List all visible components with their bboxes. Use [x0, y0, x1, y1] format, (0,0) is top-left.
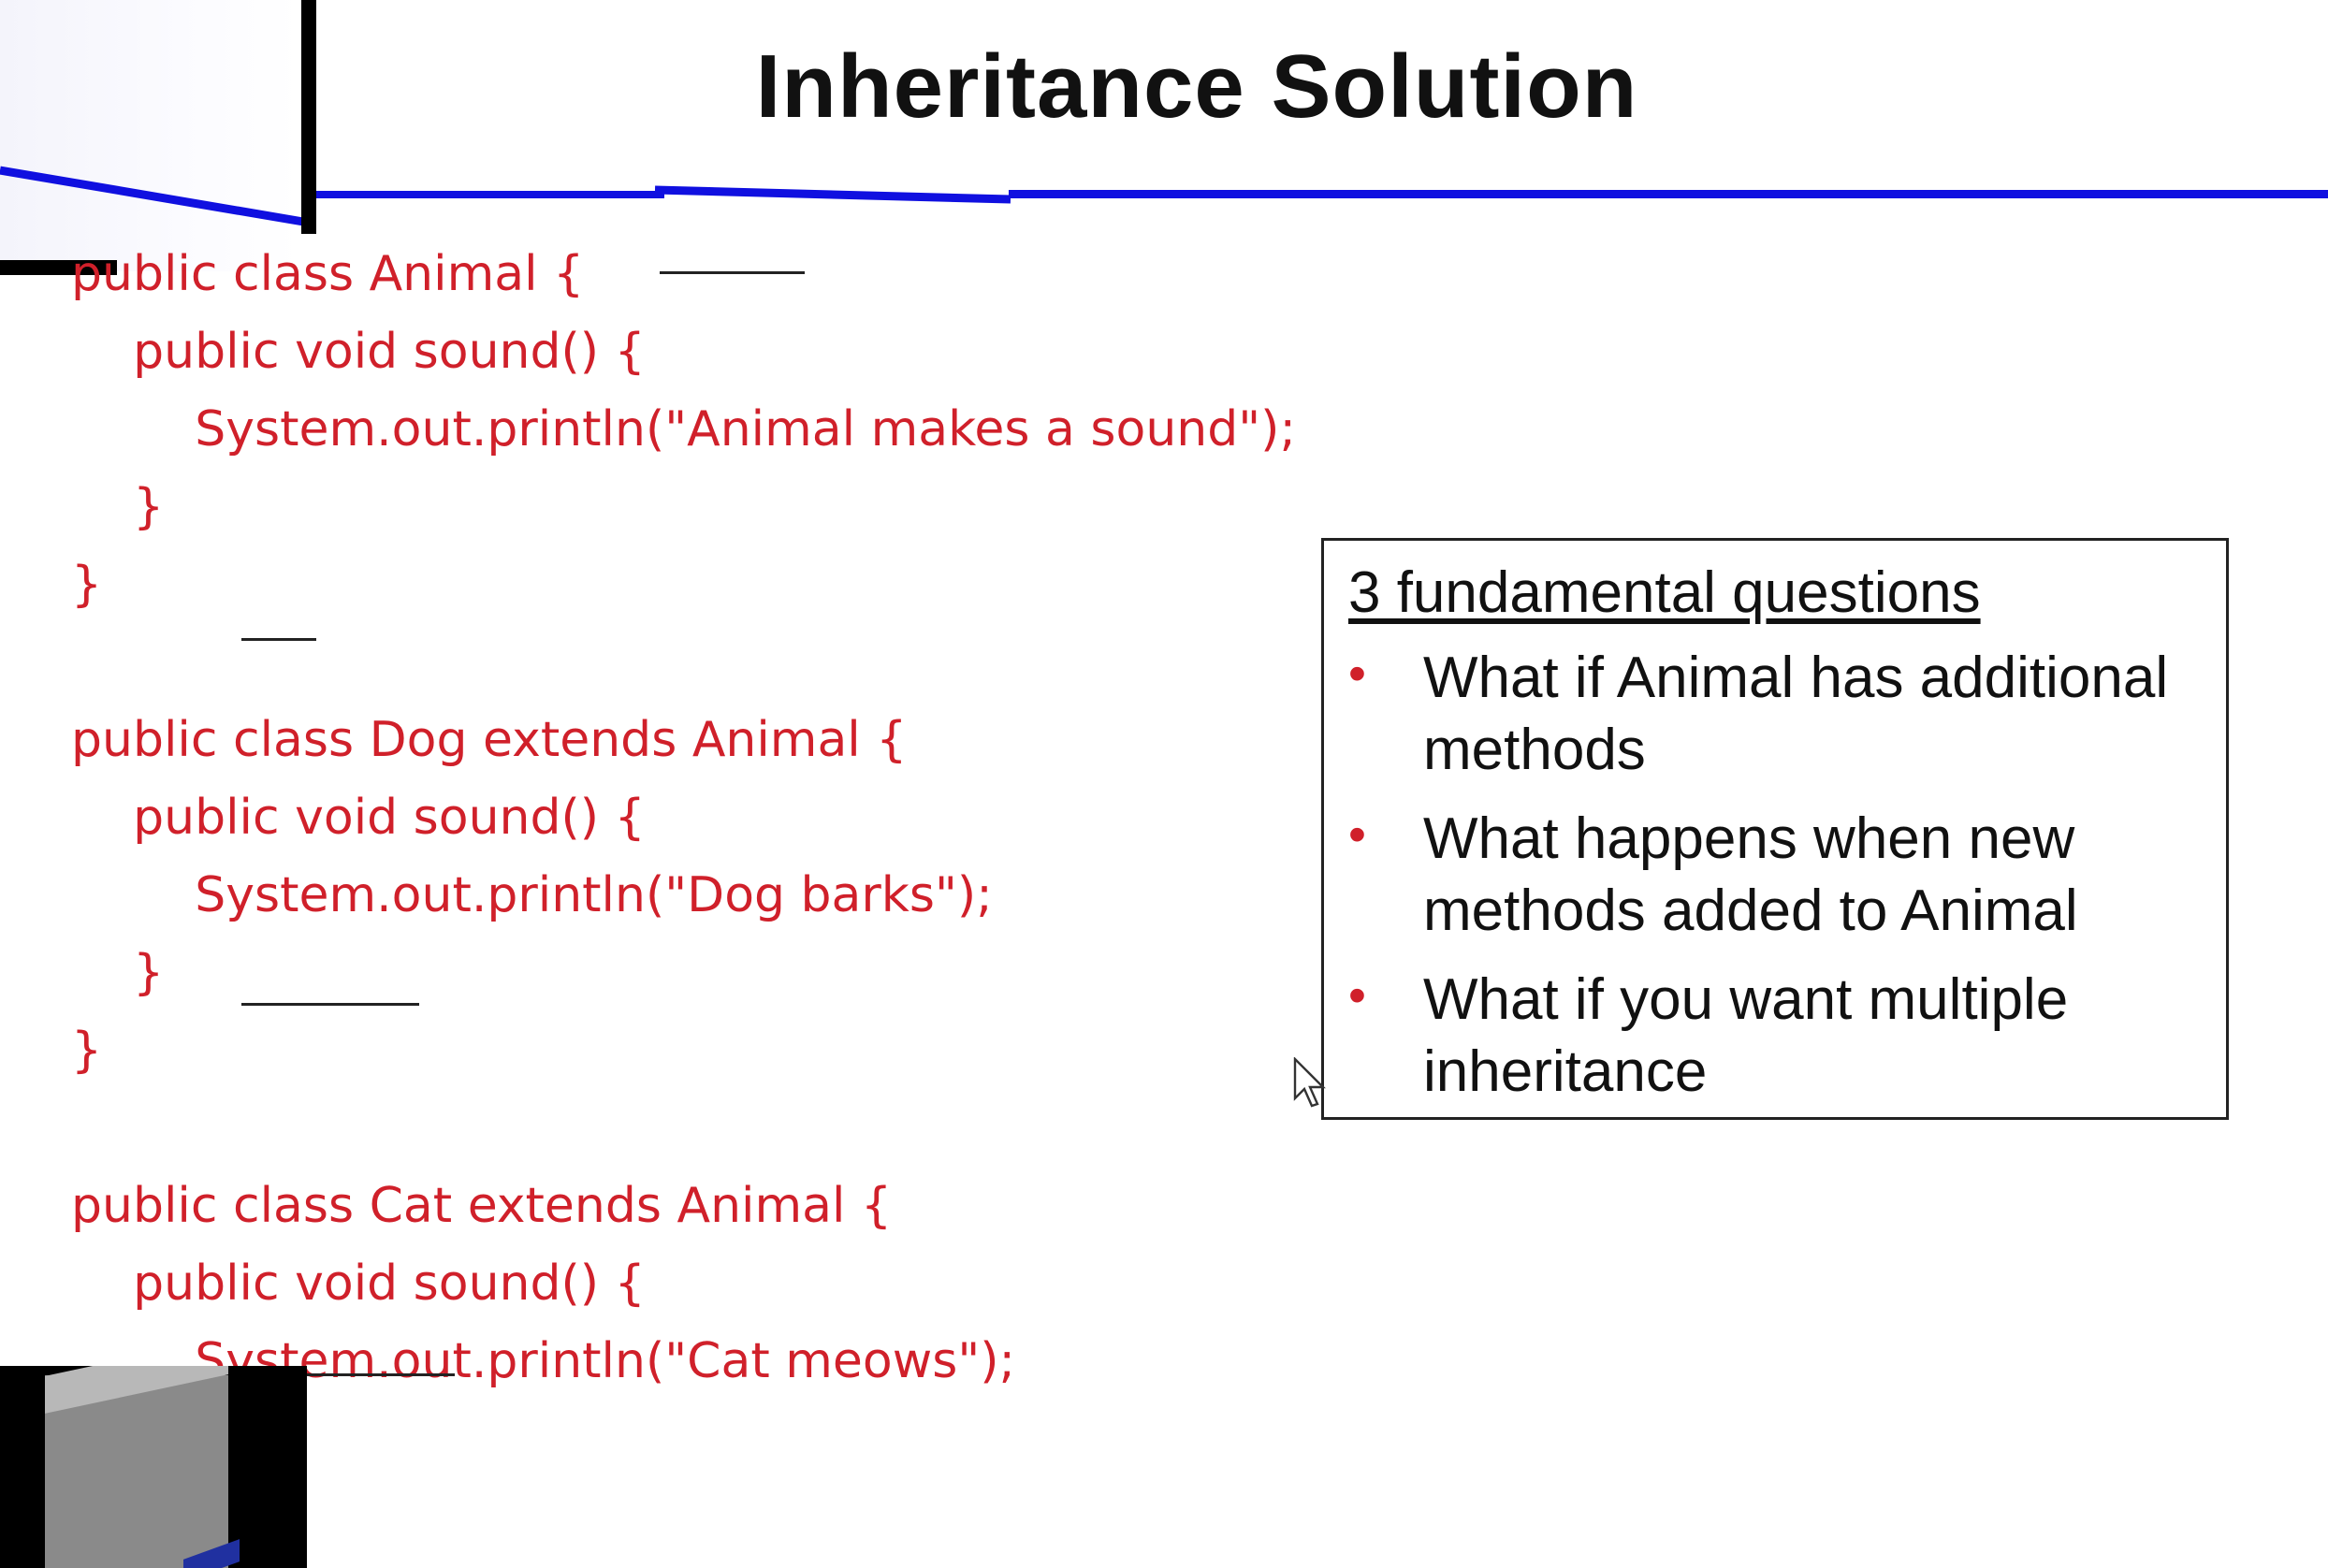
question-item: • What happens when new methods added to… [1324, 803, 2226, 947]
code-line: public void sound() { [71, 790, 646, 846]
code-line: } [71, 945, 165, 1001]
code-line: public class Dog extends Animal { [71, 712, 908, 768]
dash-artifact [241, 1003, 419, 1006]
code-block: public class Animal { public void sound(… [71, 236, 1296, 1556]
title-rule-segment [309, 191, 664, 198]
code-line: public void sound() { [71, 1256, 646, 1312]
question-text: What if Animal has additional methods [1423, 646, 2169, 782]
code-line: public class Animal { [71, 246, 585, 302]
title-rule-left [0, 166, 310, 227]
questions-heading: 3 fundamental questions [1348, 560, 1981, 625]
slide: Inheritance Solution public class Animal… [0, 0, 2328, 1568]
code-line: System.out.println("Dog barks"); [71, 867, 993, 923]
slide-title: Inheritance Solution [755, 36, 1638, 137]
code-line: } [71, 479, 165, 535]
code-line: System.out.println("Animal makes a sound… [71, 401, 1296, 457]
code-line: } [71, 1023, 103, 1079]
dash-artifact [305, 1373, 455, 1376]
code-line: public void sound() { [71, 324, 646, 380]
question-item: • What if Animal has additional methods [1324, 642, 2226, 786]
video-thumbnail [0, 1366, 307, 1568]
questions-list: • What if Animal has additional methods … [1324, 642, 2226, 1125]
title-rule-main [1009, 190, 2328, 198]
bullet-icon: • [1348, 806, 1366, 863]
questions-box: 3 fundamental questions • What if Animal… [1321, 538, 2229, 1120]
bullet-icon: • [1348, 967, 1366, 1024]
code-line: } [71, 557, 103, 613]
dash-artifact [660, 271, 805, 274]
question-text: What if you want multiple inheritance [1423, 967, 2069, 1104]
dash-artifact [241, 638, 316, 641]
code-line: public class Cat extends Animal { [71, 1178, 893, 1234]
question-item: • What if you want multiple inheritance [1324, 964, 2226, 1108]
question-text: What happens when new methods added to A… [1423, 806, 2078, 943]
bullet-icon: • [1348, 646, 1366, 702]
title-rule-bent [655, 185, 1011, 204]
mouse-cursor-icon [1293, 1057, 1326, 1108]
